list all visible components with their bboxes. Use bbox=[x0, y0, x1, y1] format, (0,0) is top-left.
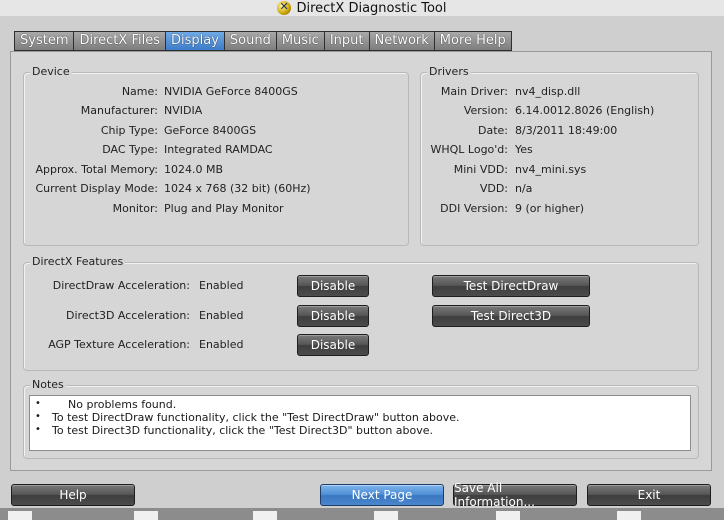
note-line: • To test Direct3D functionality, click … bbox=[30, 424, 690, 437]
edge-knob bbox=[8, 511, 32, 520]
device-row: Monitor: Plug and Play Monitor bbox=[24, 202, 410, 216]
device-row: Name: NVIDIA GeForce 8400GS bbox=[24, 85, 410, 99]
driver-row: VDD: n/a bbox=[421, 182, 700, 196]
tab-music[interactable]: Music bbox=[275, 31, 324, 51]
driver-row: Version: 6.14.0012.8026 (English) bbox=[421, 104, 700, 118]
device-value: Integrated RAMDAC bbox=[164, 143, 273, 156]
exit-button[interactable]: Exit bbox=[587, 484, 711, 506]
feature-label: DirectDraw Acceleration: bbox=[52, 279, 190, 292]
device-value: NVIDIA bbox=[164, 104, 203, 117]
note-text: No problems found. bbox=[68, 398, 177, 411]
features-group-title: DirectX Features bbox=[30, 255, 126, 268]
device-row: Current Display Mode: 1024 x 768 (32 bit… bbox=[24, 182, 410, 196]
device-value: 1024.0 MB bbox=[164, 163, 224, 176]
disable-directdraw-button[interactable]: Disable bbox=[297, 275, 369, 297]
device-group: Device Name: NVIDIA GeForce 8400GS Manuf… bbox=[23, 65, 410, 246]
driver-row: Date: 8/3/2011 18:49:00 bbox=[421, 124, 700, 138]
tab-directx-files[interactable]: DirectX Files bbox=[73, 31, 165, 51]
note-line: • No problems found. bbox=[30, 398, 690, 411]
tab-display[interactable]: Display bbox=[164, 31, 224, 51]
driver-value: nv4_mini.sys bbox=[515, 163, 587, 176]
drivers-group-title: Drivers bbox=[427, 65, 471, 78]
note-bullet: • bbox=[35, 424, 41, 435]
device-value: Plug and Play Monitor bbox=[164, 202, 284, 215]
device-label: Chip Type: bbox=[100, 124, 158, 137]
feature-status: Enabled bbox=[199, 338, 244, 351]
feature-label: Direct3D Acceleration: bbox=[66, 309, 190, 322]
driver-row: WHQL Logo'd: Yes bbox=[421, 143, 700, 157]
disable-direct3d-button[interactable]: Disable bbox=[297, 305, 369, 327]
driver-label: Main Driver: bbox=[440, 85, 508, 98]
driver-row: Mini VDD: nv4_mini.sys bbox=[421, 163, 700, 177]
edge-knob bbox=[617, 511, 641, 520]
device-row: Manufacturer: NVIDIA bbox=[24, 104, 410, 118]
directx-icon bbox=[277, 0, 292, 15]
edge-knob bbox=[134, 511, 158, 520]
tab-more-help[interactable]: More Help bbox=[433, 31, 512, 51]
disable-agp-button[interactable]: Disable bbox=[297, 334, 369, 356]
device-value: NVIDIA GeForce 8400GS bbox=[164, 85, 298, 98]
edge-knob bbox=[374, 511, 398, 520]
tab-sound[interactable]: Sound bbox=[223, 31, 276, 51]
device-label: Name: bbox=[121, 85, 158, 98]
driver-row: DDI Version: 9 (or higher) bbox=[421, 202, 700, 216]
notes-box[interactable]: • No problems found. • To test DirectDra… bbox=[29, 395, 691, 451]
edge-knob bbox=[253, 511, 277, 520]
driver-value: n/a bbox=[515, 182, 533, 195]
device-label: Manufacturer: bbox=[80, 104, 158, 117]
tab-network[interactable]: Network bbox=[368, 31, 434, 51]
feature-status: Enabled bbox=[199, 279, 244, 292]
device-row: Approx. Total Memory: 1024.0 MB bbox=[24, 163, 410, 177]
feature-status: Enabled bbox=[199, 309, 244, 322]
driver-label: VDD: bbox=[479, 182, 508, 195]
device-label: Current Display Mode: bbox=[35, 182, 158, 195]
note-text: To test Direct3D functionality, click th… bbox=[52, 424, 434, 437]
driver-value: nv4_disp.dll bbox=[515, 85, 581, 98]
note-line: • To test DirectDraw functionality, clic… bbox=[30, 411, 690, 424]
driver-label: Mini VDD: bbox=[453, 163, 508, 176]
device-value: 1024 x 768 (32 bit) (60Hz) bbox=[164, 182, 311, 195]
driver-label: Version: bbox=[463, 104, 508, 117]
feature-label: AGP Texture Acceleration: bbox=[48, 338, 190, 351]
edge-knob bbox=[496, 511, 520, 520]
device-label: DAC Type: bbox=[102, 143, 158, 156]
directx-features-group: DirectX Features DirectDraw Acceleration… bbox=[23, 255, 699, 371]
drivers-group: Drivers Main Driver: nv4_disp.dll Versio… bbox=[420, 65, 700, 246]
save-all-information-button[interactable]: Save All Information... bbox=[453, 481, 577, 509]
driver-label: Date: bbox=[478, 124, 508, 137]
test-directdraw-button[interactable]: Test DirectDraw bbox=[432, 275, 590, 297]
tab-system[interactable]: System bbox=[14, 31, 74, 51]
bottom-edge bbox=[0, 508, 724, 520]
driver-value: 9 (or higher) bbox=[515, 202, 585, 215]
window-title: DirectX Diagnostic Tool bbox=[296, 0, 447, 16]
device-row: DAC Type: Integrated RAMDAC bbox=[24, 143, 410, 157]
device-row: Chip Type: GeForce 8400GS bbox=[24, 124, 410, 138]
driver-label: DDI Version: bbox=[440, 202, 508, 215]
display-panel: Device Name: NVIDIA GeForce 8400GS Manuf… bbox=[10, 51, 712, 471]
test-direct3d-button[interactable]: Test Direct3D bbox=[432, 305, 590, 327]
device-label: Approx. Total Memory: bbox=[35, 163, 159, 176]
device-group-title: Device bbox=[30, 65, 72, 78]
help-button[interactable]: Help bbox=[11, 484, 135, 506]
note-bullet: • bbox=[35, 411, 41, 422]
notes-group-title: Notes bbox=[30, 378, 66, 391]
driver-label: WHQL Logo'd: bbox=[430, 143, 508, 156]
tab-input[interactable]: Input bbox=[323, 31, 369, 51]
driver-value: Yes bbox=[515, 143, 533, 156]
device-label: Monitor: bbox=[112, 202, 158, 215]
tab-strip: System DirectX Files Display Sound Music… bbox=[14, 31, 512, 51]
next-page-button[interactable]: Next Page bbox=[320, 484, 444, 506]
driver-value: 6.14.0012.8026 (English) bbox=[515, 104, 655, 117]
device-value: GeForce 8400GS bbox=[164, 124, 257, 137]
title-bar: DirectX Diagnostic Tool bbox=[0, 0, 724, 16]
note-bullet: • bbox=[35, 398, 41, 409]
driver-value: 8/3/2011 18:49:00 bbox=[515, 124, 618, 137]
note-text: To test DirectDraw functionality, click … bbox=[52, 411, 460, 424]
driver-row: Main Driver: nv4_disp.dll bbox=[421, 85, 700, 99]
